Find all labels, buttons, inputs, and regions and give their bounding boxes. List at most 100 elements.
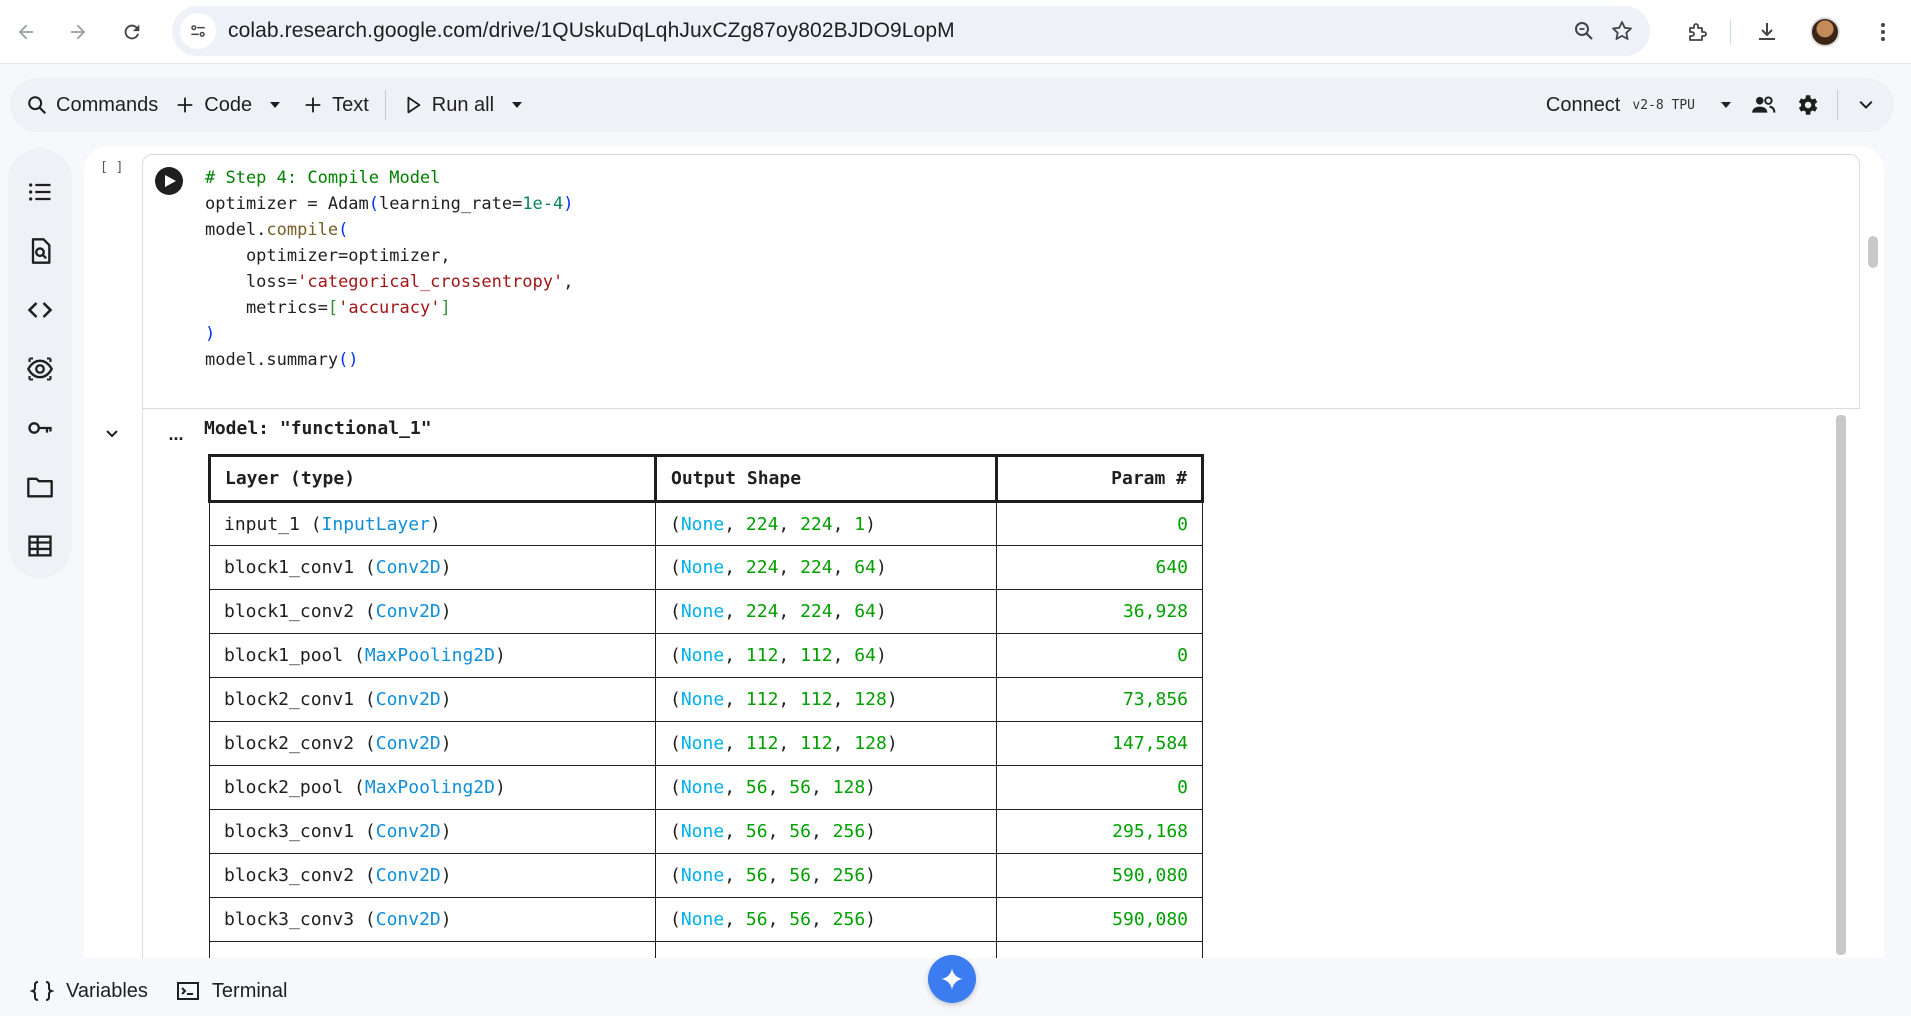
connect-dropdown-button[interactable]: [1711, 78, 1741, 132]
zoom-icon[interactable]: [1572, 19, 1596, 43]
layer-cell: block1_conv2 (Conv2D): [209, 589, 656, 634]
notebook-panel: [ ] # Step 4: Compile Model optimizer = A…: [84, 146, 1884, 958]
shape-dim: 256: [832, 909, 866, 930]
sparkle-icon: [941, 968, 963, 990]
profile-button[interactable]: [1803, 10, 1847, 54]
output-actions-button[interactable]: ...: [162, 422, 190, 446]
empty-cell: [209, 941, 656, 958]
code-line: loss='categorical_crossentropy',: [205, 272, 574, 292]
output-scrollbar[interactable]: [1836, 415, 1846, 955]
browser-toolbar: colab.research.google.com/drive/1QUskuDq…: [0, 0, 1911, 64]
layer-type: MaxPooling2D: [364, 777, 495, 798]
code-editor[interactable]: # Step 4: Compile Model optimizer = Adam(…: [205, 165, 574, 373]
toolbar-divider: [1730, 19, 1731, 45]
sidebar-item-data-table[interactable]: [8, 516, 72, 575]
empty-cell: [996, 941, 1203, 958]
collapse-output-button[interactable]: [100, 422, 124, 446]
plus-icon: [177, 97, 193, 113]
output-shape-cell: (None, 224, 224, 64): [655, 545, 997, 590]
people-icon: [1752, 96, 1776, 113]
shape-dim: None: [680, 821, 725, 842]
sidebar-item-table-of-contents[interactable]: [8, 162, 72, 221]
sidebar-item-code-snippets[interactable]: [8, 280, 72, 339]
files-folder-icon: [27, 477, 53, 497]
terminal-button[interactable]: Terminal: [176, 979, 287, 1003]
site-info-icon[interactable]: [180, 13, 216, 49]
table-row: input_1 (InputLayer) (None, 224, 224, 1) 0: [209, 501, 1203, 546]
output-shape-cell: (None, 112, 112, 128): [655, 677, 997, 722]
code-line: model.summary(): [205, 350, 359, 370]
shape-dim: 112: [745, 689, 779, 710]
gemini-button[interactable]: [928, 955, 976, 1003]
table-row: [209, 941, 1203, 958]
code-cell[interactable]: # Step 4: Compile Model optimizer = Adam(…: [142, 154, 1860, 409]
reload-button[interactable]: [112, 12, 152, 52]
add-code-button[interactable]: Code: [166, 78, 260, 132]
toolbar-pill: Commands Code Text Run all Connect v2-8 …: [10, 78, 1894, 132]
shape-dim: 56: [789, 909, 811, 930]
shape-dim: None: [680, 689, 725, 710]
url-text[interactable]: colab.research.google.com/drive/1QUskuDq…: [228, 19, 1572, 43]
output-shape-cell: (None, 224, 224, 64): [655, 589, 997, 634]
back-arrow-icon: [18, 24, 34, 40]
layer-cell: block2_conv2 (Conv2D): [209, 721, 656, 766]
commands-label: Commands: [56, 93, 159, 116]
table-of-contents-icon: [29, 182, 51, 201]
secrets-key-icon: [28, 421, 52, 434]
shape-dim: None: [680, 645, 725, 666]
connect-button[interactable]: Connect: [1546, 94, 1621, 117]
table-row: block3_conv2 (Conv2D) (None, 56, 56, 256)…: [209, 853, 1203, 898]
param-count-cell: 590,080: [996, 853, 1203, 898]
layer-type: Conv2D: [375, 733, 441, 754]
browser-menu-button[interactable]: [1861, 10, 1905, 54]
table-row: block1_pool (MaxPooling2D) (None, 112, 11…: [209, 633, 1203, 678]
variables-button[interactable]: Variables: [30, 979, 148, 1003]
run-cell-button[interactable]: [155, 167, 183, 195]
back-button[interactable]: [6, 12, 46, 52]
variables-label: Variables: [66, 979, 148, 1002]
shape-dim: 224: [745, 601, 779, 622]
collapse-header-button[interactable]: [1846, 78, 1886, 132]
shape-dim: 56: [745, 777, 768, 798]
shape-dim: 64: [854, 557, 876, 578]
notebook-scrollbar-thumb[interactable]: [1868, 236, 1878, 268]
avatar: [1810, 17, 1840, 47]
sidebar-item-variables[interactable]: [8, 339, 72, 398]
forward-button[interactable]: [58, 12, 98, 52]
layer-cell: block3_conv1 (Conv2D): [209, 809, 656, 854]
shape-dim: None: [680, 557, 725, 578]
notebook-area: [ ] # Step 4: Compile Model optimizer = A…: [84, 146, 1911, 966]
run-all-dropdown-button[interactable]: [502, 78, 532, 132]
layer-cell: block2_pool (MaxPooling2D): [209, 765, 656, 810]
code-line: metrics=['accuracy']: [205, 298, 451, 318]
sidebar-item-secrets[interactable]: [8, 398, 72, 457]
share-button[interactable]: [1741, 78, 1785, 132]
sidebar-item-find[interactable]: [8, 221, 72, 280]
shape-dim: 56: [745, 821, 768, 842]
layer-name: input_1: [224, 513, 300, 535]
downloads-button[interactable]: [1745, 10, 1789, 54]
add-text-button[interactable]: Text: [294, 78, 377, 132]
caret-down-icon: [512, 102, 523, 108]
shape-dim: 224: [800, 601, 833, 622]
settings-button[interactable]: [1785, 78, 1829, 132]
shape-dim: 64: [854, 645, 876, 666]
sidebar-item-files[interactable]: [8, 457, 72, 516]
run-all-label: Run all: [431, 93, 495, 116]
play-outline-icon: [407, 96, 421, 114]
param-count-cell: 590,080: [996, 897, 1203, 942]
layer-type: Conv2D: [375, 821, 441, 842]
table-row: block3_conv3 (Conv2D) (None, 56, 56, 256)…: [209, 897, 1203, 942]
run-all-button[interactable]: Run all: [394, 78, 502, 132]
kebab-menu-icon: [1881, 23, 1885, 41]
shape-dim: 56: [789, 865, 811, 886]
column-header-shape: Output Shape: [654, 454, 998, 503]
commands-button[interactable]: Commands: [18, 78, 166, 132]
shape-dim: None: [680, 733, 725, 754]
layer-name: block2_pool: [224, 777, 344, 798]
bookmark-star-icon[interactable]: [1610, 19, 1634, 43]
code-dropdown-button[interactable]: [260, 78, 290, 132]
extensions-button[interactable]: [1676, 10, 1720, 54]
download-icon: [1759, 23, 1775, 40]
address-bar[interactable]: colab.research.google.com/drive/1QUskuDq…: [172, 6, 1650, 56]
